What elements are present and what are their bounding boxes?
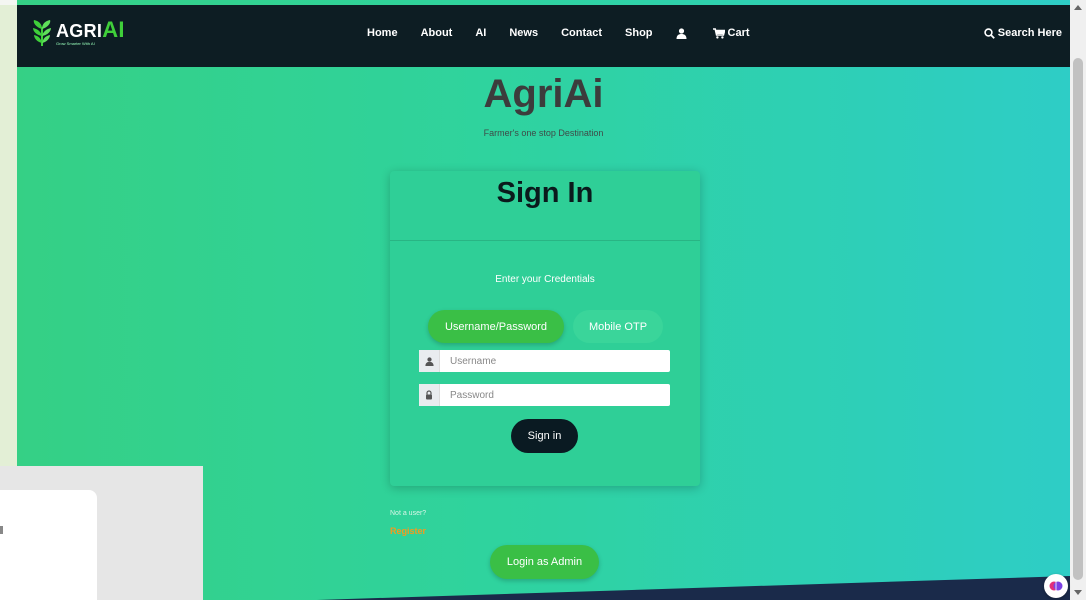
nav-home[interactable]: Home <box>367 27 398 39</box>
leaf-logo-icon <box>31 19 53 47</box>
search-link[interactable]: Search Here <box>984 27 1062 39</box>
tab-mobile-otp[interactable]: Mobile OTP <box>573 310 663 343</box>
nav-contact[interactable]: Contact <box>561 27 602 39</box>
logo-name-prefix: AGRI <box>56 21 103 41</box>
scroll-up-arrow[interactable] <box>1074 5 1082 10</box>
page-scrollbar[interactable] <box>1070 0 1086 600</box>
tab-username-password[interactable]: Username/Password <box>428 310 564 343</box>
extension-floating-button[interactable] <box>1044 574 1068 598</box>
user-icon[interactable] <box>676 27 690 39</box>
password-field[interactable] <box>419 384 670 406</box>
brand-title: AgriAi <box>483 72 604 116</box>
lock-icon <box>419 384 440 406</box>
search-label: Search Here <box>997 27 1062 39</box>
nav-links: Home About AI News Contact Shop Cart <box>367 27 773 39</box>
brain-icon <box>1049 581 1063 591</box>
scroll-thumb[interactable] <box>1073 58 1083 580</box>
navbar: AGRIAI Grow Smarter With AI Home About A… <box>17 5 1070 67</box>
signin-card: Sign In Enter your Credentials Username/… <box>390 171 700 486</box>
cart-label: Cart <box>727 27 750 39</box>
nav-cart[interactable]: Cart <box>712 27 750 39</box>
nav-news[interactable]: News <box>509 27 538 39</box>
username-input[interactable] <box>448 354 662 368</box>
credentials-instructions: Enter your Credentials <box>495 274 595 285</box>
search-icon <box>984 27 995 39</box>
scroll-down-arrow[interactable] <box>1074 590 1082 595</box>
overlay-marker <box>0 526 3 534</box>
signin-button[interactable]: Sign in <box>511 419 578 453</box>
logo-name-suffix: AI <box>102 17 125 42</box>
nav-shop[interactable]: Shop <box>625 27 653 39</box>
brand-subtitle: Farmer's one stop Destination <box>483 128 604 138</box>
nav-about[interactable]: About <box>421 27 453 39</box>
overlay-window <box>0 466 203 600</box>
logo[interactable]: AGRIAI Grow Smarter With AI <box>31 19 125 47</box>
cart-icon <box>712 27 725 39</box>
username-field[interactable] <box>419 350 670 372</box>
nav-ai[interactable]: AI <box>475 27 486 39</box>
password-input[interactable] <box>448 388 662 402</box>
signin-title: Sign In <box>496 177 594 209</box>
not-a-user-text: Not a user? <box>390 510 427 517</box>
register-link[interactable]: Register <box>390 526 426 536</box>
overlay-card <box>0 490 97 600</box>
user-icon <box>419 350 440 372</box>
card-divider <box>390 240 700 241</box>
logo-tagline: Grow Smarter With AI <box>56 41 95 46</box>
